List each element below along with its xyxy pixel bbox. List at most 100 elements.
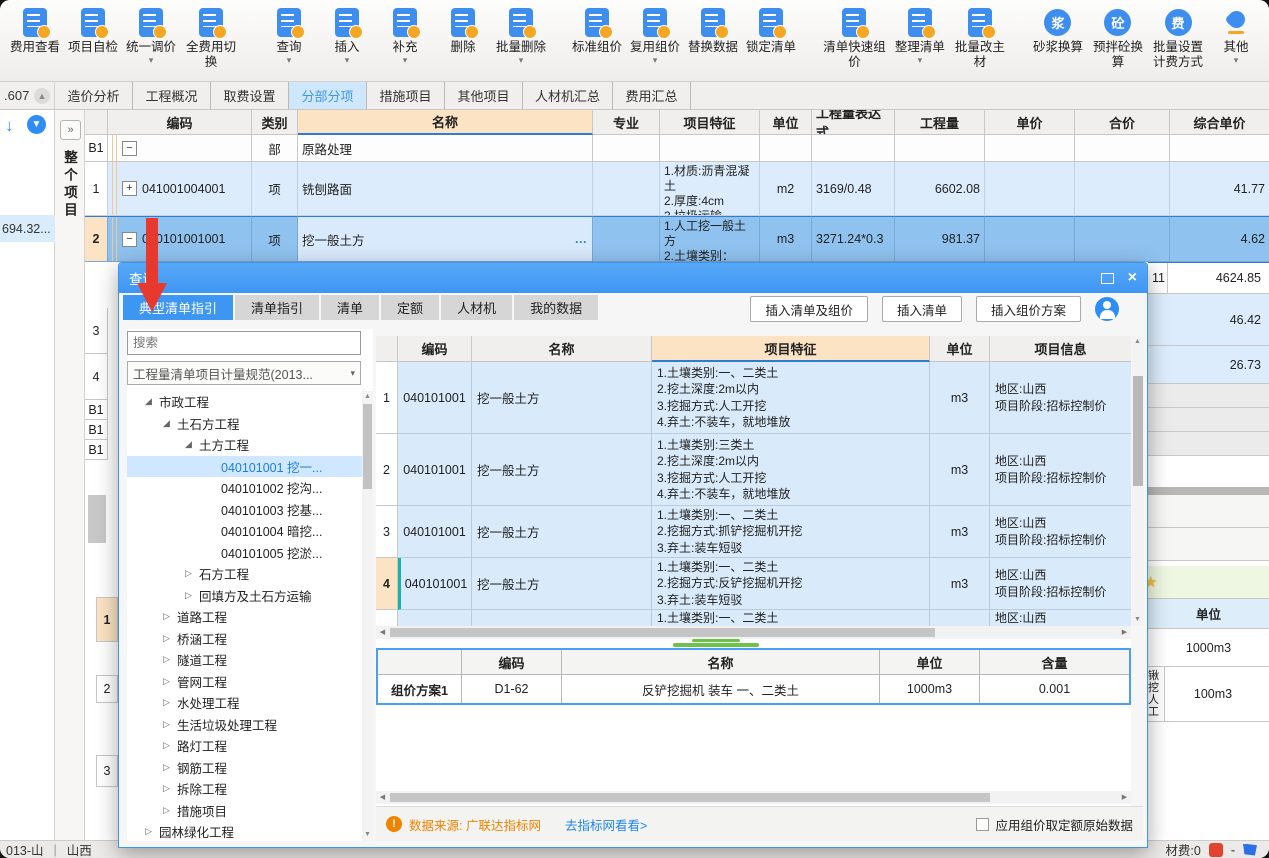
vertical-scrollbar[interactable]: ▲ ▼ [1132,336,1144,626]
dialog-tab[interactable]: 人材机 [441,295,512,320]
chevron-down-icon[interactable]: ▾ [287,55,292,65]
main-tab[interactable]: 造价分析 [55,82,133,109]
quantity-cell[interactable]: 981.37 [895,216,985,262]
code-cell[interactable]: 040101001 [398,558,472,610]
row-number[interactable]: B1 [85,400,108,420]
cell[interactable] [1170,135,1269,162]
toolbar-button[interactable]: 插入 ▾ [318,4,376,67]
info-cell[interactable]: 地区:山西 项目阶段:招标控制价 [990,558,1131,610]
cell[interactable] [895,135,985,162]
star-icon[interactable]: ★ [1148,573,1157,591]
minimize-icon[interactable]: - [1231,843,1235,857]
toolbar-button[interactable]: 批量删除 ▾ [492,4,550,67]
toolbar-button[interactable]: 浆 砂浆换算 [1029,4,1087,57]
toolbar-button[interactable]: 删除 [434,4,492,57]
main-tab[interactable]: 费用汇总 [613,82,691,109]
col-header[interactable]: 项目信息 [990,336,1131,362]
expand-box-icon[interactable]: + [122,181,137,196]
toolbar-button[interactable]: 费用查看 [6,4,64,57]
name-cell[interactable]: 原路处理 [298,135,593,162]
name-cell[interactable]: 铣刨路面 [298,162,593,216]
tree-item[interactable]: ◢ 土石方工程 [127,413,373,435]
tree-item[interactable]: 040101001 挖一... [127,456,373,478]
tree-item[interactable]: ▷ 园林绿化工程 [127,821,373,841]
features-cell[interactable]: 1.土壤类别:一、二类土 [652,610,930,627]
row-number[interactable]: 2 [376,434,398,506]
dialog-tab[interactable]: 定额 [381,295,439,320]
cell[interactable] [660,135,760,162]
cell[interactable] [812,135,895,162]
code-cell[interactable]: − [108,135,252,162]
cell[interactable] [593,135,660,162]
tree-arrow-icon[interactable]: ▷ [163,783,177,794]
tree-arrow-icon[interactable]: ▷ [163,719,177,730]
tree-arrow-icon[interactable]: ▷ [145,826,159,837]
total-price-cell[interactable] [1075,162,1170,216]
tree-item[interactable]: ▷ 石方工程 [127,563,373,585]
scroll-right-icon[interactable]: ▶ [1118,626,1131,639]
col-header[interactable]: 项目特征 [652,336,930,362]
result-row[interactable]: 4 040101001 挖一般土方 1.土壤类别:一、二类土 2.挖掘方式:反铲… [376,558,1131,610]
scrollbar-thumb[interactable] [363,404,372,489]
pane-splitter[interactable] [1148,487,1269,495]
toolbar-button[interactable]: 砼 预拌砼换算 [1087,4,1149,72]
main-tab[interactable]: 分部分项 [289,82,367,109]
row-number[interactable]: 2 [85,216,108,262]
col-header[interactable]: 单位 [930,336,990,362]
tree-arrow-icon[interactable]: ▷ [163,805,177,816]
unit-cell[interactable]: m3 [930,558,990,610]
tree-arrow-icon[interactable]: ◢ [185,439,199,450]
features-cell[interactable]: 1.土壤类别:一、二类土 2.挖土深度:2m以内 3.挖掘方式:人工开挖 4.弃… [652,362,930,434]
row-number[interactable]: 3 [376,506,398,558]
main-tab[interactable]: 工程概况 [133,82,211,109]
row-number[interactable] [376,610,398,627]
quantity-cell[interactable]: 6602.08 [895,162,985,216]
down-arrow-icon[interactable]: ↓ [5,116,14,136]
tree-arrow-icon[interactable]: ▷ [163,676,177,687]
tree-scrollbar[interactable]: ▲ ▼ [362,391,373,841]
tree-item[interactable]: ▷ 桥涵工程 [127,628,373,650]
amount-row[interactable]: 694.32... [0,215,55,242]
chevron-down-icon[interactable]: ▾ [918,55,923,65]
scheme-label[interactable]: 组价方案1 [378,675,462,703]
spec-select[interactable]: 工程量清单项目计量规范(2013... ▾ [127,361,361,385]
scroll-up-icon[interactable]: ▲ [1132,336,1143,348]
unit-cell[interactable]: m2 [760,162,812,216]
col-header[interactable]: 名称 [298,110,593,135]
toolbar-button[interactable]: 清单快速组价 [818,4,891,72]
toolbar-button[interactable]: 替换数据 [684,4,742,57]
scroll-down-icon[interactable]: ▼ [1132,614,1143,626]
toolbar-button[interactable]: 整理清单 ▾ [891,4,949,67]
chevron-down-icon[interactable]: ▾ [519,55,524,65]
cell[interactable] [985,135,1075,162]
result-row[interactable]: 1.土壤类别:一、二类土 地区:山西 [376,610,1131,627]
col-header[interactable]: 合价 [1075,110,1170,135]
horizontal-scrollbar[interactable]: ◀ ▶ [376,791,1131,804]
toolbar-button[interactable]: 批量改主材 [949,4,1011,72]
toolbar-button[interactable]: 标准组价 [568,4,626,57]
comp-price-cell[interactable]: 4.62 [1170,216,1269,262]
cell[interactable] [760,135,812,162]
tree-item[interactable]: ▷ 水处理工程 [127,692,373,714]
tree-arrow-icon[interactable]: ▷ [185,590,199,601]
col-header[interactable]: 工程量 [895,110,985,135]
col-header[interactable]: 工程量表达式 [812,110,895,135]
main-tab[interactable]: 取费设置 [211,82,289,109]
tree-item[interactable]: ▷ 路灯工程 [127,735,373,757]
unit-cell[interactable]: m3 [760,216,812,262]
tree-item[interactable]: ▷ 钢筋工程 [127,757,373,779]
unit-cell[interactable]: m3 [930,506,990,558]
tree-arrow-icon[interactable]: ▷ [163,654,177,665]
toolbar-button[interactable]: 复用组价 ▾ [626,4,684,67]
row-number[interactable]: 3 [85,308,108,354]
expand-panel-button[interactable]: » [60,120,81,140]
index-site-link[interactable]: 去指标网看看> [565,815,647,834]
collapse-box-icon[interactable]: − [122,141,137,156]
main-tab[interactable]: 措施项目 [367,82,445,109]
scroll-down-icon[interactable]: ▼ [362,829,373,841]
features-cell[interactable]: 1.人工挖一般土方 2.土壤类别：一、二类土 3.深度：2m以内 [660,216,760,262]
expression-cell[interactable]: 3169/0.48 [812,162,895,216]
chevron-down-icon[interactable]: ▾ [345,55,350,65]
features-cell[interactable]: 1.土壤类别:一、二类土 2.挖掘方式:反铲挖掘机开挖 3.弃土:装车短驳 [652,558,930,610]
scroll-up-icon[interactable]: ▲ [362,391,373,403]
